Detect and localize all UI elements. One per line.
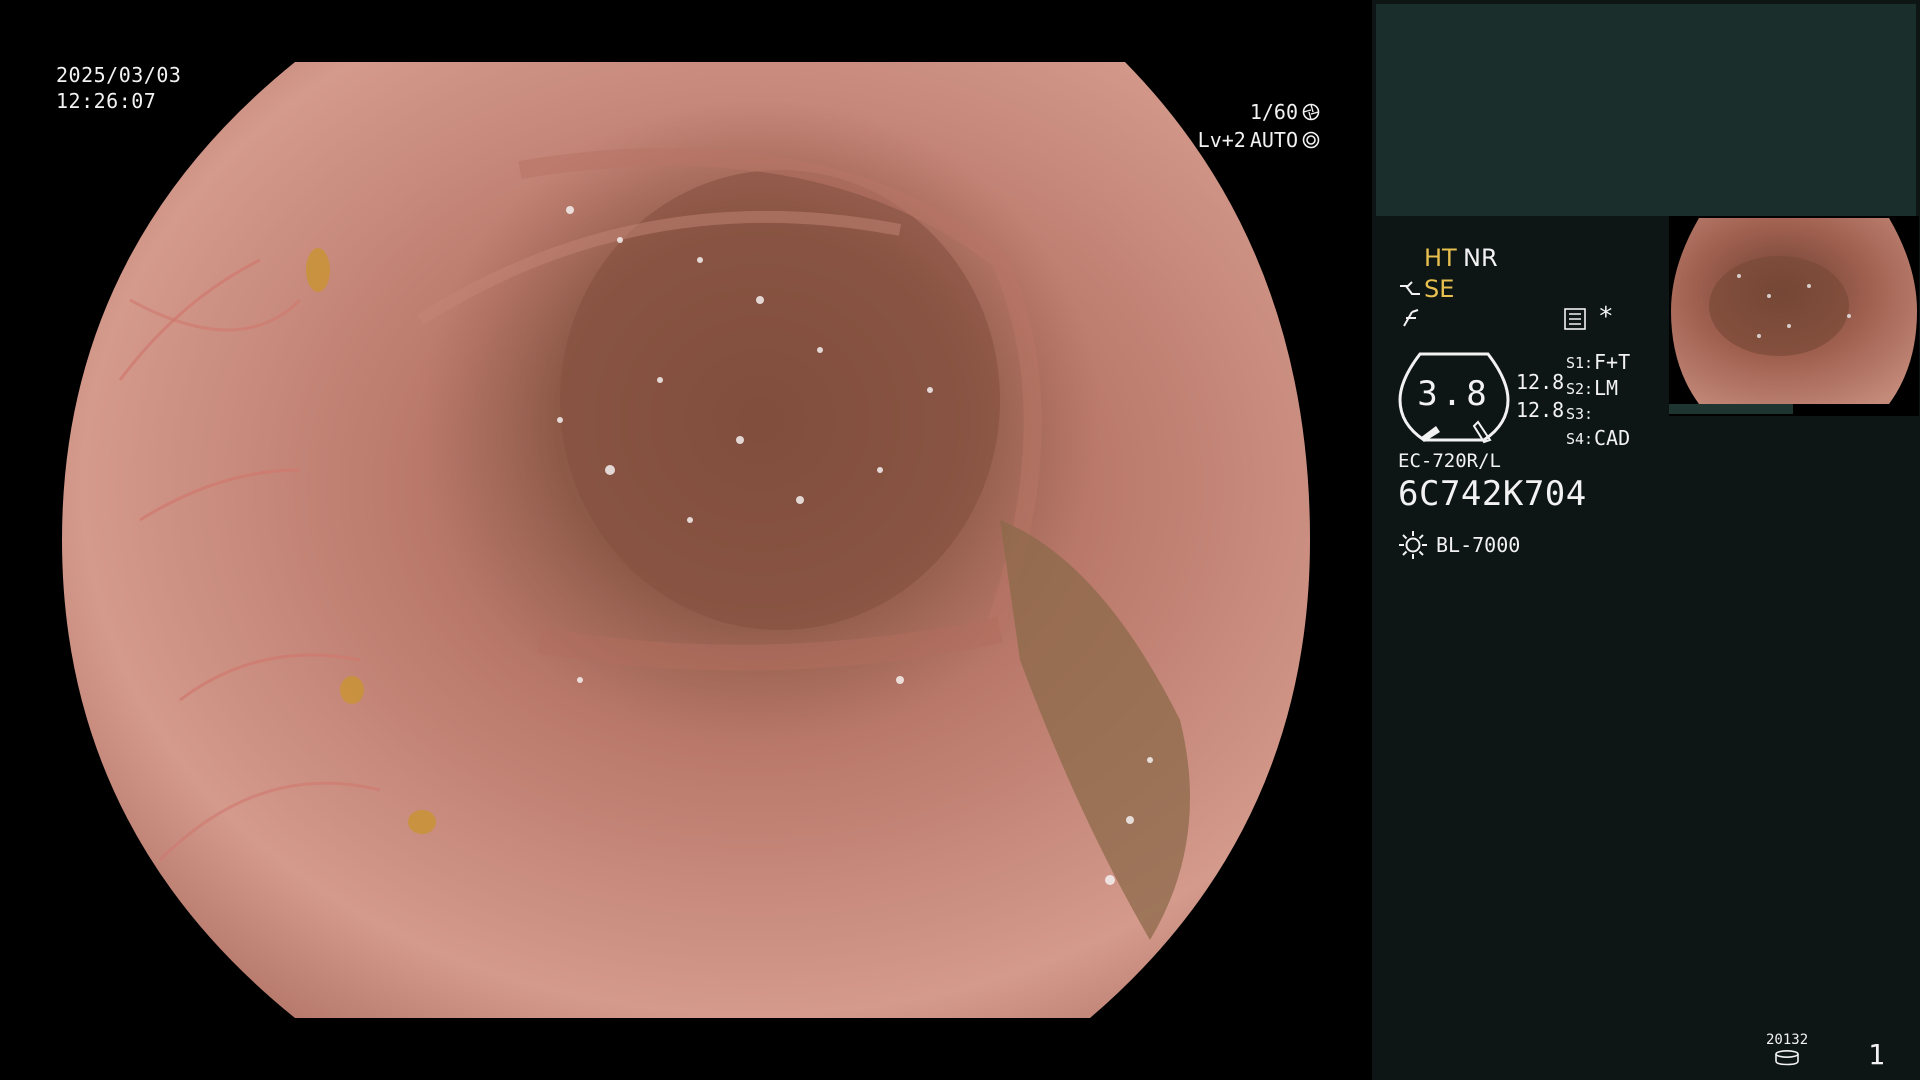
page-number: 1 <box>1868 1038 1885 1071</box>
time-readout: 12:26:07 <box>56 89 157 113</box>
nr-indicator: NR <box>1463 244 1498 272</box>
settings-list-icon[interactable] <box>1564 308 1586 330</box>
light-source-model: BL-7000 <box>1436 533 1521 557</box>
switch-3-label: S3: <box>1566 405 1594 423</box>
gauge-value: 3.8 <box>1417 374 1491 414</box>
scope-serial-number: 6C742K704 <box>1398 474 1587 514</box>
switch-4-label: S4: <box>1566 430 1594 448</box>
image-counter: 20132 <box>1766 1032 1809 1048</box>
gauge-reading-2: 12.8 <box>1516 398 1565 422</box>
switch-1-label: S1: <box>1566 354 1594 372</box>
switch-2-value: LM <box>1594 376 1619 400</box>
thumbnail-caption-bar <box>1669 404 1793 414</box>
switch-2-label: S2: <box>1566 380 1594 398</box>
structure-enhance-icon <box>1400 281 1420 295</box>
ht-indicator: HT <box>1424 244 1457 272</box>
date-readout: 2025/03/03 <box>56 63 182 87</box>
thumbnail-preview[interactable] <box>1669 216 1919 416</box>
se-indicator: SE <box>1424 275 1455 303</box>
endoscopic-image <box>62 62 1310 1018</box>
asterisk-indicator: * <box>1598 302 1614 332</box>
shutter-speed: 1/60 <box>1249 100 1298 124</box>
brightness-level: Lv+2 <box>1197 128 1246 152</box>
panel-header-area <box>1376 4 1916 216</box>
aperture-icon <box>1302 103 1320 121</box>
timestamp: 2025/03/03 12:26:07 <box>56 62 181 114</box>
light-source-icon <box>1399 531 1427 559</box>
function-icon <box>1403 309 1419 327</box>
thumbnail-image <box>1671 218 1917 404</box>
endoscope-viewport: 2025/03/03 12:26:07 1/60 Lv+2 AUTO <box>0 0 1372 1080</box>
switch-4-value: CAD <box>1594 426 1631 450</box>
gauge-reading-1: 12.8 <box>1516 370 1565 394</box>
auto-iris-icon <box>1302 131 1320 149</box>
iris-mode: AUTO <box>1249 128 1298 152</box>
storage-disk-icon <box>1775 1050 1799 1066</box>
switch-1-value: F+T <box>1594 350 1631 374</box>
exposure-readout: 1/60 Lv+2 AUTO <box>1198 98 1320 154</box>
scope-model: EC-720R/L <box>1398 450 1501 472</box>
info-panel: HT NR SE * 3.8 12.8 12.8 S1: F+T S2: LM … <box>1372 0 1920 1080</box>
